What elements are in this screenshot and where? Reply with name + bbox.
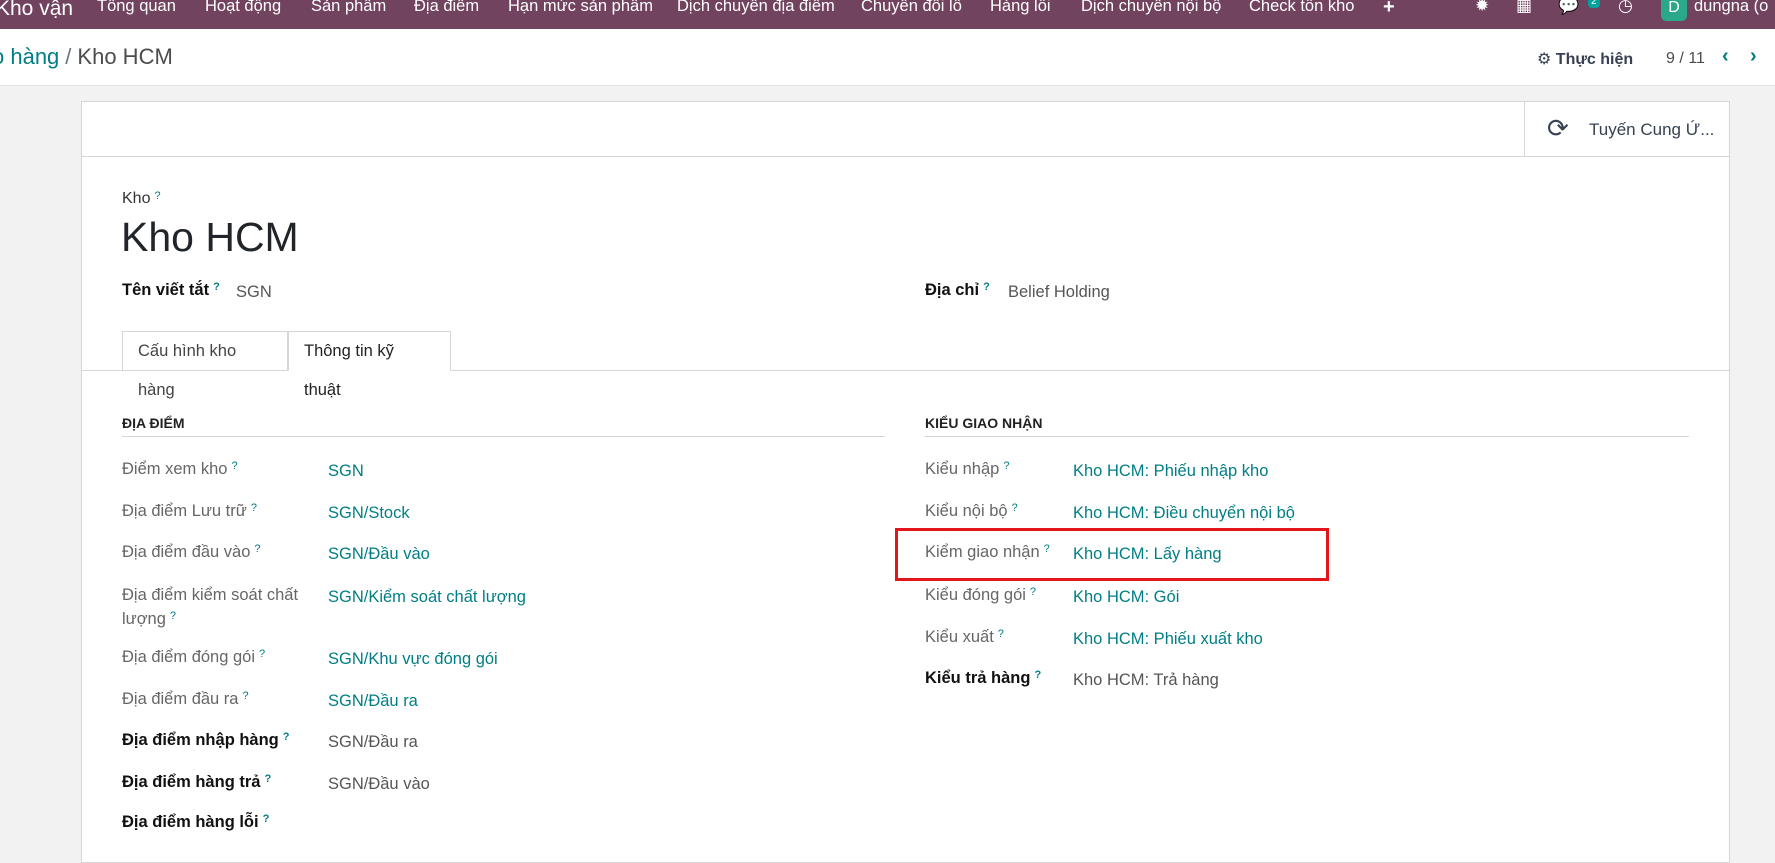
field-label: Kiểu xuất? xyxy=(925,628,1004,646)
help-icon[interactable]: ? xyxy=(263,813,270,825)
bug-icon[interactable]: ✹ xyxy=(1475,0,1489,16)
field-label: Địa điểm kiểm soát chất xyxy=(122,586,299,604)
output-location-value[interactable]: SGN/Đầu ra xyxy=(328,692,418,711)
packing-type-value[interactable]: Kho HCM: Gói xyxy=(1073,588,1179,607)
return-type-value[interactable]: Kho HCM: Trả hàng xyxy=(1073,671,1219,690)
routes-label: Tuyến Cung Ứ... xyxy=(1589,120,1715,139)
tab-warehouse-config[interactable]: Cấu hình kho hàng xyxy=(122,331,288,399)
gear-icon: ⚙ xyxy=(1537,51,1552,68)
phone-grid-icon[interactable]: ▦ xyxy=(1516,0,1532,16)
help-icon[interactable]: ? xyxy=(264,773,271,785)
address-label: Địa chỉ? xyxy=(925,281,990,299)
app-name[interactable]: Kho vận xyxy=(0,0,73,21)
input-location-value[interactable]: SGN/Đầu vào xyxy=(328,545,430,564)
help-icon[interactable]: ? xyxy=(231,460,237,472)
help-icon[interactable]: ? xyxy=(242,690,248,702)
menu-overview[interactable]: Tổng quan xyxy=(97,0,176,16)
field-label: Địa điểm đầu ra? xyxy=(122,690,249,708)
breadcrumb-separator: / xyxy=(65,44,72,69)
help-icon[interactable]: ? xyxy=(1012,502,1018,514)
field-label: Địa điểm nhập hàng? xyxy=(122,731,290,749)
warehouse-name[interactable]: Kho HCM xyxy=(121,214,299,261)
top-navbar: Kho vận Tổng quan Hoạt động Sản phẩm Địa… xyxy=(0,0,1775,29)
clock-icon[interactable]: ◷ xyxy=(1618,0,1633,16)
help-icon[interactable]: ? xyxy=(213,281,220,293)
help-icon[interactable]: ? xyxy=(251,502,257,514)
locations-section-title: ĐỊA ĐIỂM xyxy=(122,415,185,431)
menu-defective-goods[interactable]: Hàng lỗi xyxy=(990,0,1051,16)
menu-stock-check[interactable]: Check tồn kho xyxy=(1249,0,1354,16)
stock-location-value[interactable]: SGN/Stock xyxy=(328,504,410,523)
internal-type-value[interactable]: Kho HCM: Điều chuyển nội bộ xyxy=(1073,504,1295,523)
locations-divider xyxy=(122,436,885,437)
menu-operations[interactable]: Hoạt động xyxy=(205,0,281,16)
receipt-type-value[interactable]: Kho HCM: Phiếu nhập kho xyxy=(1073,462,1268,481)
field-label: Kiểu đóng gói? xyxy=(925,586,1037,604)
user-name[interactable]: dungna (o xyxy=(1694,0,1768,16)
menu-lot-conversion[interactable]: Chuyển đổi lô xyxy=(861,0,962,16)
field-label-continued: lượng? xyxy=(122,610,177,628)
breadcrumb-current: Kho HCM xyxy=(77,44,173,69)
breadcrumb-parent[interactable]: o hàng xyxy=(0,44,59,69)
field-label: Địa điểm hàng lỗi? xyxy=(122,813,270,831)
tab-technical-info[interactable]: Thông tin kỹ thuật xyxy=(288,331,451,399)
field-label: Địa điểm Lưu trữ? xyxy=(122,502,257,520)
menu-products[interactable]: Sản phẩm xyxy=(311,0,386,16)
view-location-value[interactable]: SGN xyxy=(328,462,364,481)
short-name-field[interactable]: SGN xyxy=(236,283,272,302)
help-icon[interactable]: ? xyxy=(170,610,176,622)
menu-location-transfer[interactable]: Dịch chuyển địa điểm xyxy=(677,0,835,16)
pager-value[interactable]: 9 / 11 xyxy=(1666,50,1705,68)
form-sheet: ⟳ Tuyến Cung Ứ... Kho? Kho HCM Tên viết … xyxy=(81,101,1730,863)
field-label: Kiểu trả hàng? xyxy=(925,669,1042,687)
receipt-location-value[interactable]: SGN/Đầu ra xyxy=(328,733,418,752)
avatar[interactable]: D xyxy=(1661,0,1687,21)
field-label: Kiểu nhập? xyxy=(925,460,1010,478)
help-icon[interactable]: ? xyxy=(283,731,290,743)
help-icon[interactable]: ? xyxy=(154,190,160,202)
control-panel: o hàng/Kho HCM ⚙ Thực hiện 9 / 11 ‹ › xyxy=(0,29,1775,86)
help-icon[interactable]: ? xyxy=(259,648,265,660)
packing-location-value[interactable]: SGN/Khu vực đóng gói xyxy=(328,650,498,669)
field-label: Điểm xem kho? xyxy=(122,460,238,478)
plus-icon[interactable]: + xyxy=(1383,0,1395,19)
chevron-left-icon[interactable]: ‹ xyxy=(1722,45,1729,68)
field-label: Địa điểm đóng gói? xyxy=(122,648,266,666)
chat-badge: 2 xyxy=(1588,0,1600,8)
help-icon[interactable]: ? xyxy=(983,281,990,293)
operation-types-section-title: KIỂU GIAO NHẬN xyxy=(925,415,1043,431)
help-icon[interactable]: ? xyxy=(1034,669,1041,681)
address-field[interactable]: Belief Holding xyxy=(1008,283,1110,302)
refresh-icon: ⟳ xyxy=(1547,113,1569,143)
help-icon[interactable]: ? xyxy=(254,543,260,555)
field-label: Kiểu nội bộ? xyxy=(925,502,1018,520)
warehouse-name-label: Kho? xyxy=(122,190,161,207)
quality-location-value[interactable]: SGN/Kiểm soát chất lượng xyxy=(328,588,526,607)
operation-types-divider xyxy=(925,436,1689,437)
routes-smart-button[interactable]: ⟳ Tuyến Cung Ứ... xyxy=(1524,102,1729,156)
button-box: ⟳ Tuyến Cung Ứ... xyxy=(82,102,1729,157)
help-icon[interactable]: ? xyxy=(1030,586,1036,598)
short-name-label: Tên viết tắt? xyxy=(122,281,220,299)
highlight-box xyxy=(895,528,1329,581)
chat-icon[interactable]: 💬 xyxy=(1558,0,1579,16)
chevron-right-icon[interactable]: › xyxy=(1750,45,1757,68)
menu-product-limits[interactable]: Hạn mức sản phẩm xyxy=(508,0,653,16)
action-button[interactable]: ⚙ Thực hiện xyxy=(1537,49,1633,69)
action-label: Thực hiện xyxy=(1555,51,1634,68)
field-label: Địa điểm đầu vào? xyxy=(122,543,261,561)
help-icon[interactable]: ? xyxy=(1003,460,1009,472)
menu-locations[interactable]: Địa điểm xyxy=(414,0,479,16)
return-location-value[interactable]: SGN/Đầu vào xyxy=(328,775,430,794)
breadcrumb: o hàng/Kho HCM xyxy=(0,44,173,70)
field-label: Địa điểm hàng trả? xyxy=(122,773,272,791)
delivery-type-value[interactable]: Kho HCM: Phiếu xuất kho xyxy=(1073,630,1263,649)
help-icon[interactable]: ? xyxy=(998,628,1004,640)
menu-internal-transfer[interactable]: Dịch chuyển nội bộ xyxy=(1081,0,1221,16)
